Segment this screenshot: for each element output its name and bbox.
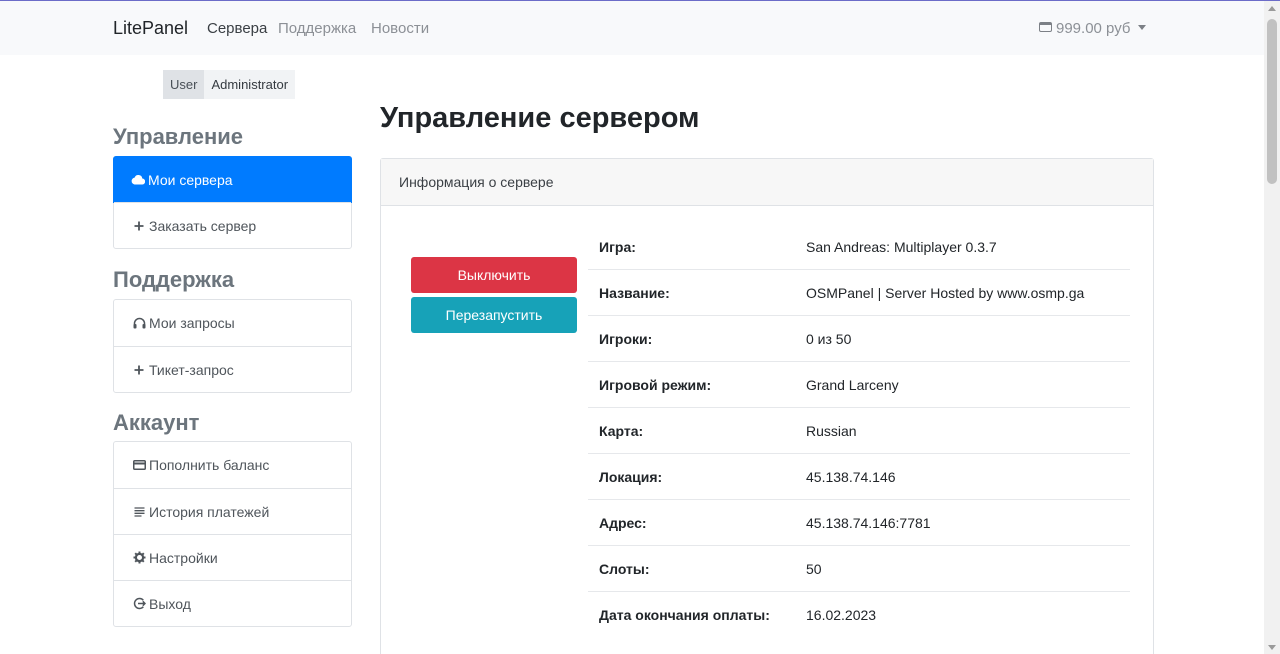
sidebar-heading-management: Управление (113, 124, 244, 149)
sidebar-heading-support: Поддержка (113, 267, 235, 292)
nav-link-servers[interactable]: Сервера (207, 20, 267, 37)
info-value: 45.138.74.146:7781 (806, 514, 931, 531)
restart-server-button[interactable]: Перезапустить (411, 297, 577, 333)
info-key: Игра: (599, 238, 636, 255)
table-row: Название: OSMPanel | Server Hosted by ww… (588, 270, 1130, 316)
stop-server-button[interactable]: Выключить (411, 257, 577, 293)
info-key: Игровой режим: (599, 376, 712, 393)
sidebar-item-label: Настройки (149, 549, 218, 566)
table-row: Слоты: 50 (588, 546, 1130, 592)
sidebar-item-payment-history[interactable]: История платежей (114, 488, 351, 534)
table-row: Карта: Russian (588, 408, 1130, 454)
table-row: Дата окончания оплаты: 16.02.2023 (588, 592, 1130, 638)
info-key: Название: (599, 284, 670, 301)
info-value: Grand Larceny (806, 376, 899, 393)
plus-icon (132, 363, 146, 377)
sidebar-item-my-requests[interactable]: Мои запросы (114, 300, 351, 346)
credit-card-icon (1039, 22, 1052, 32)
info-value: 45.138.74.146 (806, 468, 896, 485)
list-icon (132, 505, 146, 519)
sidebar-item-order-server[interactable]: Заказать сервер (114, 202, 351, 248)
info-value: 0 из 50 (806, 330, 852, 347)
info-key: Игроки: (599, 330, 653, 347)
page-scrollbar[interactable] (1264, 1, 1280, 654)
brand-logo[interactable]: LitePanel (113, 18, 188, 39)
role-user-button[interactable]: User (163, 70, 205, 99)
role-toggle: User Administrator (163, 70, 296, 99)
gear-icon (132, 551, 146, 565)
sidebar-item-label: История платежей (149, 503, 270, 520)
scrollbar-thumb[interactable] (1267, 19, 1277, 184)
sidebar-item-label: Мои сервера (148, 171, 233, 188)
info-key: Слоты: (599, 560, 650, 577)
plus-icon (132, 219, 146, 233)
info-value: Russian (806, 422, 857, 439)
table-row: Игра: San Andreas: Multiplayer 0.3.7 (588, 224, 1130, 270)
sidebar-item-settings[interactable]: Настройки (114, 534, 351, 580)
sidebar-item-label: Выход (149, 595, 191, 612)
sidebar-list-management: Мои сервера Заказать сервер (113, 156, 352, 249)
credit-card-icon (132, 458, 146, 472)
sidebar-list-support: Мои запросы Тикет-запрос (113, 299, 352, 393)
balance-amount: 999.00 руб (1056, 20, 1131, 37)
server-info-table: Игра: San Andreas: Multiplayer 0.3.7 Наз… (588, 224, 1130, 638)
scroll-up-arrow-icon[interactable] (1268, 6, 1276, 11)
sidebar-item-logout[interactable]: Выход (114, 580, 351, 626)
sidebar-list-account: Пополнить баланс История платежей Настро… (113, 441, 352, 627)
role-admin-button[interactable]: Administrator (204, 70, 296, 99)
sidebar-item-label: Тикет-запрос (149, 361, 234, 378)
nav-link-news[interactable]: Новости (371, 20, 429, 37)
table-row: Игроки: 0 из 50 (588, 316, 1130, 362)
table-row: Локация: 45.138.74.146 (588, 454, 1130, 500)
sidebar-heading-account: Аккаунт (113, 410, 200, 435)
page-title: Управление сервером (380, 102, 700, 134)
table-row: Адрес: 45.138.74.146:7781 (588, 500, 1130, 546)
info-key: Карта: (599, 422, 644, 439)
sidebar-item-label: Мои запросы (149, 315, 235, 331)
sidebar-item-my-servers[interactable]: Мои сервера (113, 156, 352, 203)
sidebar-item-label: Заказать сервер (149, 217, 257, 234)
cloud-icon (131, 173, 145, 187)
info-key: Дата окончания оплаты: (599, 607, 770, 623)
logout-icon (132, 597, 146, 611)
info-value: San Andreas: Multiplayer 0.3.7 (806, 238, 997, 255)
headphones-icon (132, 316, 146, 330)
server-info-card: Информация о сервере Выключить Перезапус… (380, 158, 1154, 654)
nav-link-support[interactable]: Поддержка (278, 20, 356, 37)
info-key: Локация: (599, 468, 663, 485)
info-value: 50 (806, 560, 822, 577)
scroll-down-arrow-icon[interactable] (1268, 645, 1276, 650)
sidebar-item-top-up-balance[interactable]: Пополнить баланс (114, 442, 351, 488)
info-key: Адрес: (599, 514, 647, 531)
balance-dropdown[interactable]: 999.00 руб (1039, 20, 1147, 37)
info-value: 16.02.2023 (806, 607, 877, 623)
table-row: Игровой режим: Grand Larceny (588, 362, 1130, 408)
caret-down-icon (1138, 25, 1147, 30)
sidebar-item-ticket-request[interactable]: Тикет-запрос (114, 346, 351, 392)
sidebar-item-label: Пополнить баланс (149, 457, 270, 473)
card-header: Информация о сервере (381, 159, 1153, 206)
info-value: OSMPanel | Server Hosted by www.osmp.ga (806, 284, 1085, 301)
top-navbar: LitePanel Сервера Поддержка Новости 999.… (0, 1, 1264, 55)
